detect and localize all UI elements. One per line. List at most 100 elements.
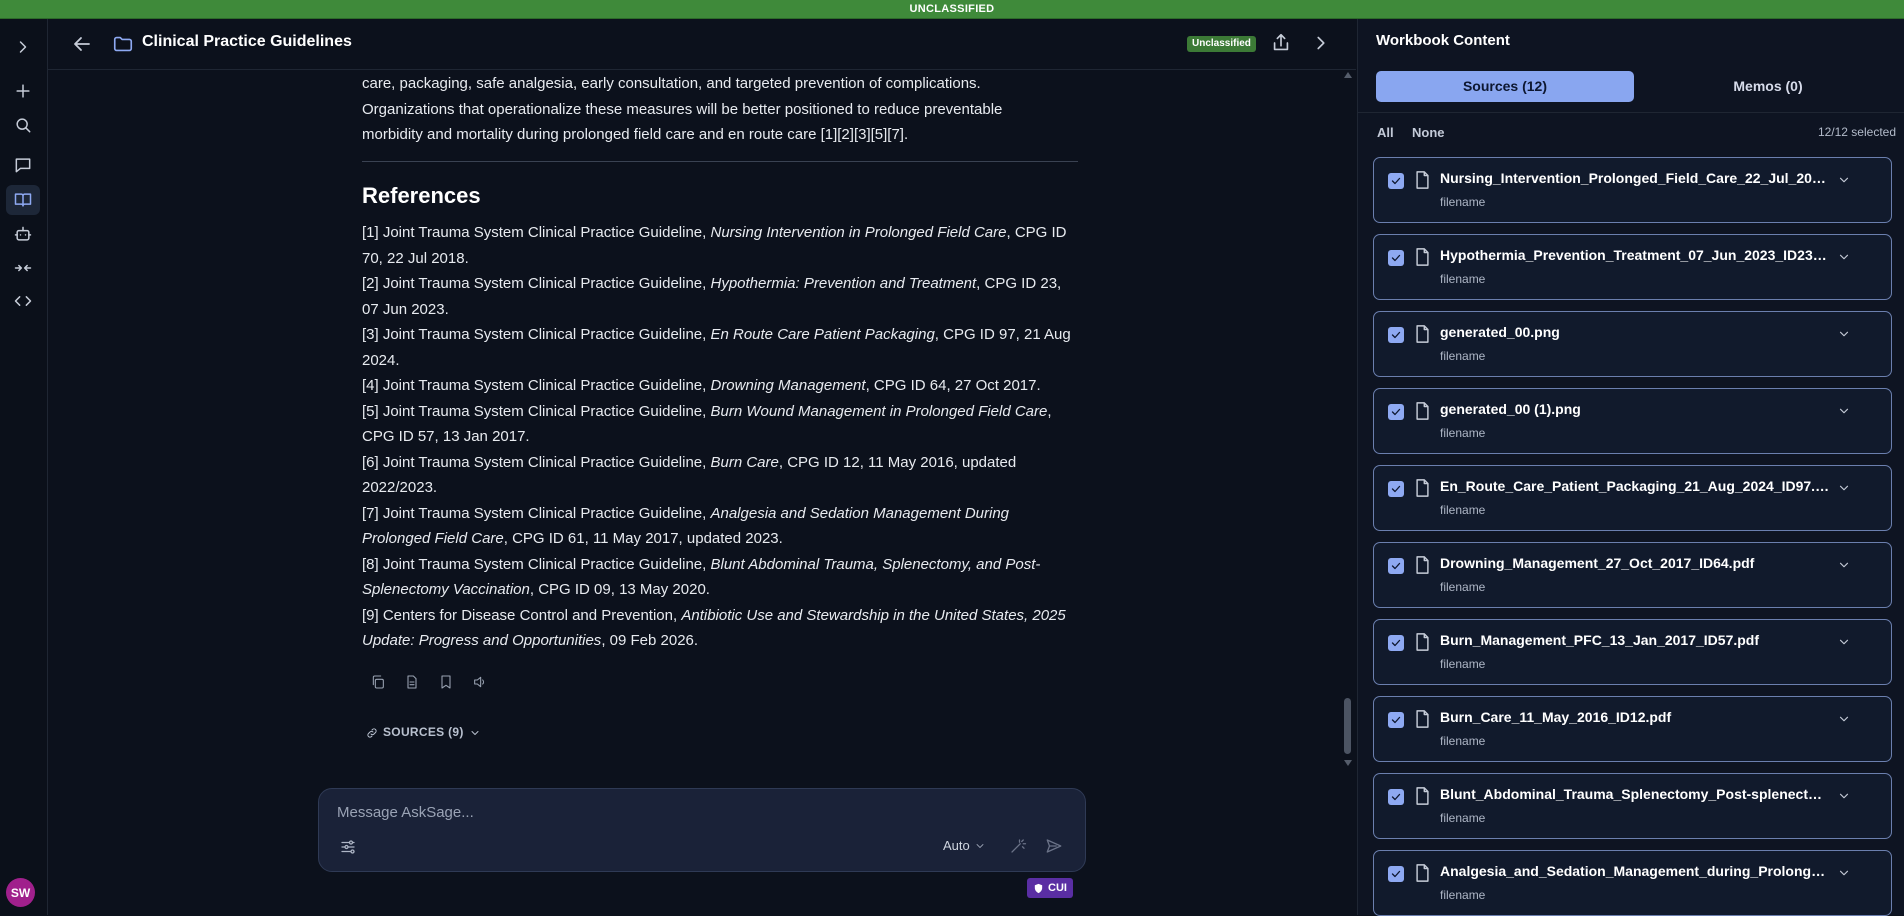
checkmark-icon xyxy=(1391,408,1401,416)
checkmark-icon xyxy=(1391,870,1401,878)
file-checkbox[interactable] xyxy=(1388,404,1404,420)
source-file-card[interactable]: Burn_Care_11_May_2016_ID12.pdf filename xyxy=(1373,696,1892,762)
source-file-card[interactable]: Analgesia_and_Sedation_Management_during… xyxy=(1373,850,1892,916)
expand-file-button[interactable] xyxy=(1837,712,1851,726)
settings-sliders-icon[interactable] xyxy=(339,838,357,856)
new-chat-button[interactable] xyxy=(6,76,40,106)
file-name: Nursing_Intervention_Prolonged_Field_Car… xyxy=(1440,170,1830,186)
references-heading: References xyxy=(362,183,481,208)
file-checkbox[interactable] xyxy=(1388,481,1404,497)
divider xyxy=(362,161,1078,162)
classification-banner: UNCLASSIFIED xyxy=(0,0,1904,19)
file-checkbox[interactable] xyxy=(1388,558,1404,574)
checkmark-icon xyxy=(1391,254,1401,262)
select-all-button[interactable]: All xyxy=(1377,125,1394,140)
expand-file-button[interactable] xyxy=(1837,173,1851,187)
share-icon[interactable] xyxy=(1270,32,1292,54)
text-line: Organizations that operationalize these … xyxy=(362,100,1003,118)
agents-button[interactable] xyxy=(6,219,40,249)
file-type-label: filename xyxy=(1440,503,1486,517)
chevron-right-icon xyxy=(19,41,27,53)
file-name: Burn_Care_11_May_2016_ID12.pdf xyxy=(1440,709,1672,725)
expand-file-button[interactable] xyxy=(1837,866,1851,880)
expand-sidebar-button[interactable] xyxy=(6,32,40,62)
model-selector-label: Auto xyxy=(943,838,970,853)
file-type-label: filename xyxy=(1440,349,1486,363)
checkmark-icon xyxy=(1391,177,1401,185)
code-button[interactable] xyxy=(6,286,40,316)
file-checkbox[interactable] xyxy=(1388,712,1404,728)
panel-title: Workbook Content xyxy=(1376,32,1510,49)
send-icon[interactable] xyxy=(1045,837,1063,855)
file-checkbox[interactable] xyxy=(1388,789,1404,805)
expand-file-button[interactable] xyxy=(1837,250,1851,264)
sources-toggle[interactable]: SOURCES (9) xyxy=(366,720,481,746)
file-checkbox[interactable] xyxy=(1388,327,1404,343)
reference-item: [1] Joint Trauma System Clinical Practic… xyxy=(362,224,1067,267)
classification-badge: Unclassified xyxy=(1187,36,1256,52)
chevron-down-icon xyxy=(1839,716,1849,722)
file-name: generated_00 (1).png xyxy=(1440,401,1581,417)
back-arrow-icon[interactable] xyxy=(70,32,94,56)
file-type-label: filename xyxy=(1440,888,1486,902)
source-file-card[interactable]: Hypothermia_Prevention_Treatment_07_Jun_… xyxy=(1373,234,1892,300)
magic-wand-icon[interactable] xyxy=(1009,837,1027,855)
file-checkbox[interactable] xyxy=(1388,866,1404,882)
speaker-icon[interactable] xyxy=(472,674,488,690)
cui-label: CUI xyxy=(1048,882,1067,894)
select-none-button[interactable]: None xyxy=(1412,125,1445,140)
file-type-label: filename xyxy=(1440,272,1486,286)
chevron-right-icon[interactable] xyxy=(1310,32,1332,54)
source-file-card[interactable]: generated_00.png filename xyxy=(1373,311,1892,377)
document-icon[interactable] xyxy=(404,674,420,690)
expand-file-button[interactable] xyxy=(1837,481,1851,495)
file-checkbox[interactable] xyxy=(1388,173,1404,189)
checkmark-icon xyxy=(1391,562,1401,570)
robot-icon xyxy=(14,226,32,241)
model-selector[interactable]: Auto xyxy=(943,838,986,853)
assistant-message: care, packaging, safe analgesia, early c… xyxy=(362,69,1078,769)
message-conclusion: care, packaging, safe analgesia, early c… xyxy=(362,71,1078,148)
workbook-button[interactable] xyxy=(6,185,40,215)
expand-file-button[interactable] xyxy=(1837,327,1851,341)
reference-item: [3] Joint Trauma System Clinical Practic… xyxy=(362,326,1071,369)
chats-button[interactable] xyxy=(6,150,40,180)
file-checkbox[interactable] xyxy=(1388,250,1404,266)
search-button[interactable] xyxy=(6,110,40,140)
source-file-card[interactable]: Burn_Management_PFC_13_Jan_2017_ID57.pdf… xyxy=(1373,619,1892,685)
file-checkbox[interactable] xyxy=(1388,635,1404,651)
expand-file-button[interactable] xyxy=(1837,404,1851,418)
checkmark-icon xyxy=(1391,793,1401,801)
code-icon xyxy=(14,296,32,306)
scrollbar-thumb[interactable] xyxy=(1344,698,1351,754)
source-file-card[interactable]: Blunt_Abdominal_Trauma_Splenectomy_Post-… xyxy=(1373,773,1892,839)
chevron-down-icon xyxy=(1839,177,1849,183)
sources-toggle-label: SOURCES (9) xyxy=(383,725,464,739)
file-icon xyxy=(1415,633,1430,651)
file-type-label: filename xyxy=(1440,426,1486,440)
scroll-down-arrow[interactable] xyxy=(1344,760,1352,766)
checkmark-icon xyxy=(1391,716,1401,724)
source-file-card[interactable]: En_Route_Care_Patient_Packaging_21_Aug_2… xyxy=(1373,465,1892,531)
message-input[interactable] xyxy=(335,799,1039,825)
scrollbar-track[interactable] xyxy=(1344,74,1352,764)
copy-icon[interactable] xyxy=(370,674,386,690)
reference-item: [4] Joint Trauma System Clinical Practic… xyxy=(362,377,1041,394)
source-file-card[interactable]: generated_00 (1).png filename xyxy=(1373,388,1892,454)
plus-icon xyxy=(16,84,30,98)
file-type-label: filename xyxy=(1440,657,1486,671)
user-avatar[interactable]: SW xyxy=(6,878,35,907)
collapse-button[interactable] xyxy=(6,253,40,283)
tab-sources[interactable]: Sources (12) xyxy=(1376,71,1634,102)
expand-file-button[interactable] xyxy=(1837,558,1851,572)
reference-item: [2] Joint Trauma System Clinical Practic… xyxy=(362,275,1062,318)
left-rail: SW xyxy=(0,19,48,915)
file-icon xyxy=(1415,248,1430,266)
source-file-card[interactable]: Drowning_Management_27_Oct_2017_ID64.pdf… xyxy=(1373,542,1892,608)
bookmark-icon[interactable] xyxy=(438,674,454,690)
expand-file-button[interactable] xyxy=(1837,789,1851,803)
tab-memos[interactable]: Memos (0) xyxy=(1648,71,1888,102)
expand-file-button[interactable] xyxy=(1837,635,1851,649)
checkmark-icon xyxy=(1391,331,1401,339)
source-file-card[interactable]: Nursing_Intervention_Prolonged_Field_Car… xyxy=(1373,157,1892,223)
